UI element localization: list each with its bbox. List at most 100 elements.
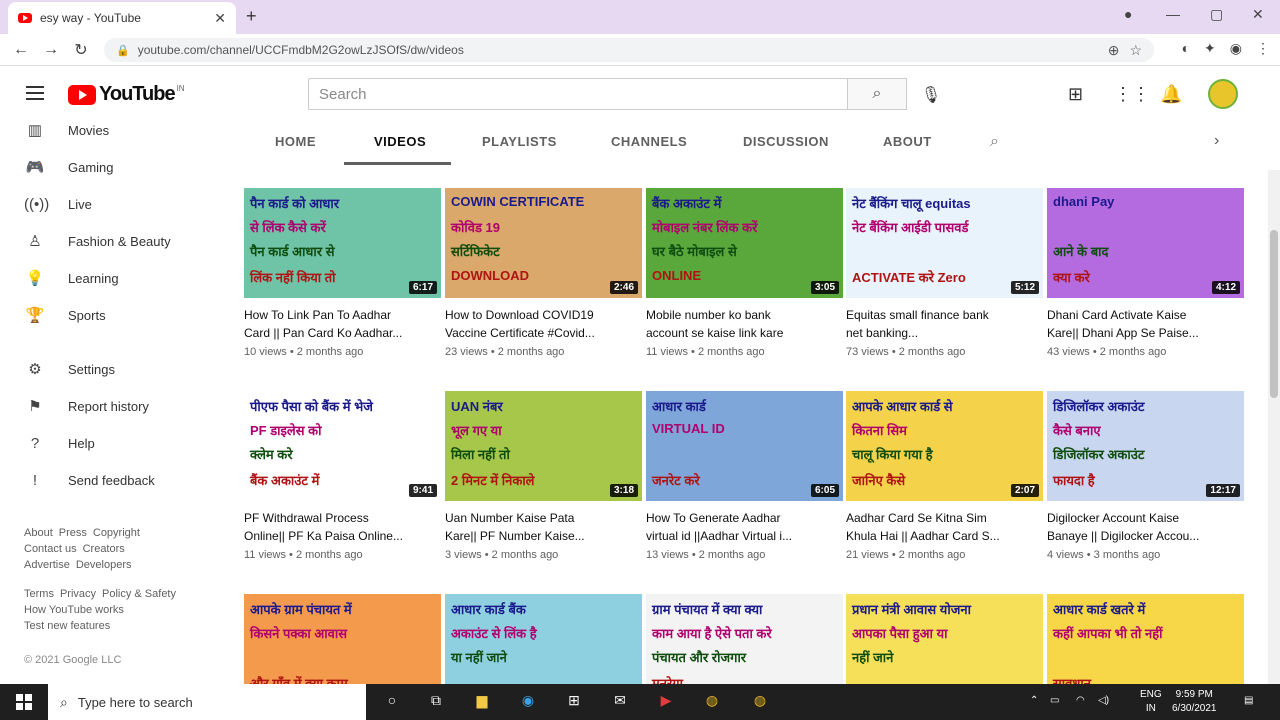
video-card[interactable]: COWIN CERTIFICATE कोविड 19 सर्टिफिकेट DOWNL… [445,188,642,358]
cortana-icon[interactable]: ○ [382,692,402,712]
profile-dot-icon[interactable]: ● [1124,6,1132,22]
video-card[interactable]: पैन कार्ड को आधार से लिंक कैसे करें पैन का… [244,188,441,358]
hamburger-menu-icon[interactable] [26,86,44,104]
tray-chevron-icon[interactable]: ⌃ [1030,694,1038,708]
video-card[interactable]: आपके आधार कार्ड से कितना सिम चालू किया गया… [846,391,1043,561]
language-indicator[interactable]: ENG IN [1140,688,1162,716]
create-video-icon[interactable]: ⊞ [1068,84,1083,105]
tab-home[interactable]: HOME [275,134,316,149]
video-thumbnail[interactable]: आपके आधार कार्ड से कितना सिम चालू किया गया… [846,391,1043,501]
chevron-right-icon[interactable]: › [1214,132,1219,150]
footer-link[interactable]: Privacy [60,588,96,600]
video-thumbnail[interactable]: डिजिलॉकर अकाउंट कैसे बनाए डिजिलॉकर अकाउंट फ… [1047,391,1244,501]
youtube-logo[interactable]: YouTube IN [68,83,185,106]
video-card[interactable]: पीएफ पैसा को बैंक में भेजे PF डाइलेस को क्… [244,391,441,561]
footer-link[interactable]: Press [59,527,87,539]
zoom-icon[interactable]: ⊕ [1108,42,1120,59]
video-title[interactable]: Equitas small finance bank net banking... [846,306,1043,342]
new-tab-icon[interactable]: + [246,6,257,27]
video-title[interactable]: PF Withdrawal Process Online|| PF Ka Pais… [244,509,441,545]
wifi-icon[interactable]: ◠ [1076,694,1085,708]
media-app-icon[interactable]: ▶ [656,692,676,712]
more-menu-icon[interactable]: ⋮ [1256,40,1270,57]
video-title[interactable]: Mobile number ko bank account se kaise li… [646,306,843,342]
tab-about[interactable]: ABOUT [883,134,932,149]
video-thumbnail[interactable]: dhani Pay आने के बाद क्या करे 4:12 [1047,188,1244,298]
video-title[interactable]: Digilocker Account Kaise Banaye || Digilo… [1047,509,1244,545]
sidebar-item-fashion[interactable]: ♙ Fashion & Beauty [0,223,228,259]
volume-icon[interactable]: ◁) [1098,694,1109,708]
network-icon[interactable]: ▭ [1050,694,1059,708]
chrome-icon[interactable]: ◍ [702,692,722,712]
scrollbar-thumb[interactable] [1270,230,1278,398]
sidebar-item-movies[interactable]: ▥ Movies [0,112,228,148]
notifications-bell-icon[interactable]: 🔔 [1160,84,1182,105]
footer-link[interactable]: How YouTube works [24,604,124,616]
taskbar-search-input[interactable]: ⌕ Type here to search [48,684,366,720]
voice-search-icon[interactable]: 🎙 [918,82,944,108]
sidebar-item-learning[interactable]: 💡 Learning [0,260,228,296]
video-thumbnail[interactable]: UAN नंबर भूल गए या मिला नहीं तो 2 मिनट में … [445,391,642,501]
mail-icon[interactable]: ✉ [610,692,630,712]
footer-link[interactable]: Contact us [24,543,77,555]
video-thumbnail[interactable]: आधार कार्ड VIRTUAL ID जनरेट करे 6:05 [646,391,843,501]
minimize-icon[interactable]: — [1166,6,1180,22]
forward-icon[interactable]: → [36,41,66,59]
footer-link[interactable]: Creators [83,543,125,555]
video-title[interactable]: How To Generate Aadhar virtual id ||Aadha… [646,509,843,545]
video-thumbnail[interactable]: पीएफ पैसा को बैंक में भेजे PF डाइलेस को क्… [244,391,441,501]
browser-tab[interactable]: esy way - YouTube ✕ [8,2,236,34]
chrome-profile-icon[interactable]: ◍ [750,692,770,712]
footer-link[interactable]: Copyright [93,527,140,539]
window-close-icon[interactable]: ✕ [1252,6,1264,23]
video-title[interactable]: Uan Number Kaise Pata Kare|| PF Number Ka… [445,509,642,545]
footer-link[interactable]: Test new features [24,620,110,632]
footer-link[interactable]: Terms [24,588,54,600]
search-input[interactable]: Search [308,78,848,110]
footer-link[interactable]: Policy & Safety [102,588,176,600]
video-thumbnail[interactable]: बैंक अकाउंट में मोबाइल नंबर लिंक करें घर ब… [646,188,843,298]
video-thumbnail[interactable]: पैन कार्ड को आधार से लिंक कैसे करें पैन का… [244,188,441,298]
video-thumbnail[interactable]: नेट बैंकिंग चालू equitas नेट बैंकिंग आईडी… [846,188,1043,298]
edge-icon[interactable]: ◉ [518,692,538,712]
file-explorer-icon[interactable]: ▆ [472,692,492,712]
footer-link[interactable]: Developers [76,559,132,571]
notifications-icon[interactable]: ▤ [1244,694,1253,708]
avatar[interactable] [1208,79,1238,109]
profile-avatar-icon[interactable]: ◉ [1230,40,1242,57]
footer-link[interactable]: Advertise [24,559,70,571]
sidebar-item-help[interactable]: ? Help [0,425,228,461]
apps-grid-icon[interactable]: ⋮⋮ [1114,84,1150,105]
store-icon[interactable]: ⊞ [564,692,584,712]
tab-channels[interactable]: CHANNELS [611,134,687,149]
tab-discussion[interactable]: DISCUSSION [743,134,829,149]
sidebar-item-feedback[interactable]: ! Send feedback [0,462,228,498]
tab-playlists[interactable]: PLAYLISTS [482,134,557,149]
tab-videos[interactable]: VIDEOS [374,134,426,149]
video-title[interactable]: Dhani Card Activate Kaise Kare|| Dhani Ap… [1047,306,1244,342]
search-button[interactable]: ⌕ [847,78,907,110]
video-card[interactable]: आधार कार्ड VIRTUAL ID जनरेट करे 6:05 How To … [646,391,843,561]
windows-start-icon[interactable] [16,694,32,710]
video-title[interactable]: How To Link Pan To Aadhar Card || Pan Car… [244,306,441,342]
close-tab-icon[interactable]: ✕ [214,10,226,27]
video-title[interactable]: How to Download COVID19 Vaccine Certifica… [445,306,642,342]
footer-link[interactable]: About [24,527,53,539]
back-icon[interactable]: ← [6,41,36,59]
reload-icon[interactable]: ↻ [66,40,96,60]
video-card[interactable]: नेट बैंकिंग चालू equitas नेट बैंकिंग आईडी… [846,188,1043,358]
sidebar-item-report-history[interactable]: ⚑ Report history [0,388,228,424]
extension-icon[interactable]: ◐ [1182,40,1190,57]
maximize-icon[interactable]: ▢ [1210,6,1223,23]
bookmark-star-icon[interactable]: ☆ [1129,42,1142,59]
sidebar-item-settings[interactable]: ⚙ Settings [0,351,228,387]
channel-search-icon[interactable]: ⌕ [990,133,999,151]
video-card[interactable]: dhani Pay आने के बाद क्या करे 4:12 Dhani Car… [1047,188,1244,358]
puzzle-icon[interactable]: ✦ [1204,40,1216,57]
video-thumbnail[interactable]: COWIN CERTIFICATE कोविड 19 सर्टिफिकेट DOWNL… [445,188,642,298]
video-card[interactable]: बैंक अकाउंट में मोबाइल नंबर लिंक करें घर ब… [646,188,843,358]
sidebar-item-live[interactable]: ((•)) Live [0,186,228,222]
video-card[interactable]: डिजिलॉकर अकाउंट कैसे बनाए डिजिलॉकर अकाउंट फ… [1047,391,1244,561]
sidebar-item-gaming[interactable]: 🎮 Gaming [0,149,228,185]
video-title[interactable]: Aadhar Card Se Kitna Sim Khula Hai || Aad… [846,509,1043,545]
